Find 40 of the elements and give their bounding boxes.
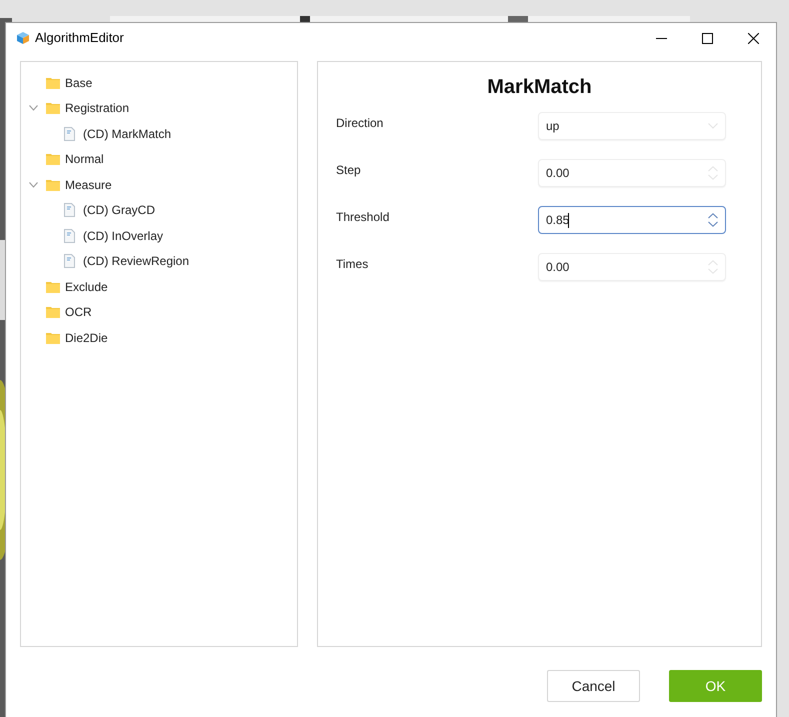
folder-icon [46, 178, 60, 191]
folder-icon [46, 153, 60, 166]
spinner-arrows-icon [708, 213, 718, 227]
spinner-arrows-icon [708, 260, 718, 274]
field-label: Direction [336, 115, 384, 132]
tree-item[interactable]: Die2Die [21, 325, 297, 350]
number-field[interactable]: 0.00 [538, 253, 726, 281]
tree-item[interactable]: (CD) ReviewRegion [21, 248, 297, 274]
document-icon [64, 126, 75, 141]
spinner-arrows-icon [708, 166, 718, 180]
tree-item[interactable]: (CD) MarkMatch [21, 121, 297, 146]
tree-item[interactable]: OCR [21, 300, 297, 325]
tree-item[interactable]: Normal [21, 146, 297, 172]
tree-item[interactable]: (CD) GrayCD [21, 198, 297, 223]
maximize-icon [702, 32, 712, 44]
tree-item[interactable]: (CD) InOverlay [21, 223, 297, 248]
field-label: Times [336, 256, 370, 273]
document-icon [64, 203, 75, 218]
document-icon [64, 254, 75, 268]
number-field[interactable]: 0.85 [538, 206, 726, 234]
close-icon [748, 32, 758, 44]
chevron-down-icon [708, 123, 718, 129]
tree-item[interactable]: Measure [21, 172, 297, 198]
tree-item[interactable]: Exclude [21, 274, 297, 300]
folder-icon [46, 280, 60, 293]
cancel-button[interactable]: Cancel [547, 670, 640, 702]
tree-item[interactable]: Base [21, 70, 297, 96]
folder-icon [46, 306, 60, 318]
folder-icon [46, 332, 60, 344]
tree-item[interactable]: Registration [21, 96, 297, 121]
editor-title: MarkMatch [486, 75, 593, 100]
field-label: Step [336, 162, 362, 179]
dropdown-field[interactable]: up [538, 112, 726, 140]
document-icon [64, 228, 75, 243]
number-field[interactable]: 0.00 [538, 159, 726, 187]
field-label: Threshold [336, 209, 390, 226]
cube-icon [16, 31, 30, 45]
window-title: AlgorithmEditor [35, 29, 124, 48]
folder-icon [46, 102, 60, 114]
folder-icon [46, 76, 60, 89]
